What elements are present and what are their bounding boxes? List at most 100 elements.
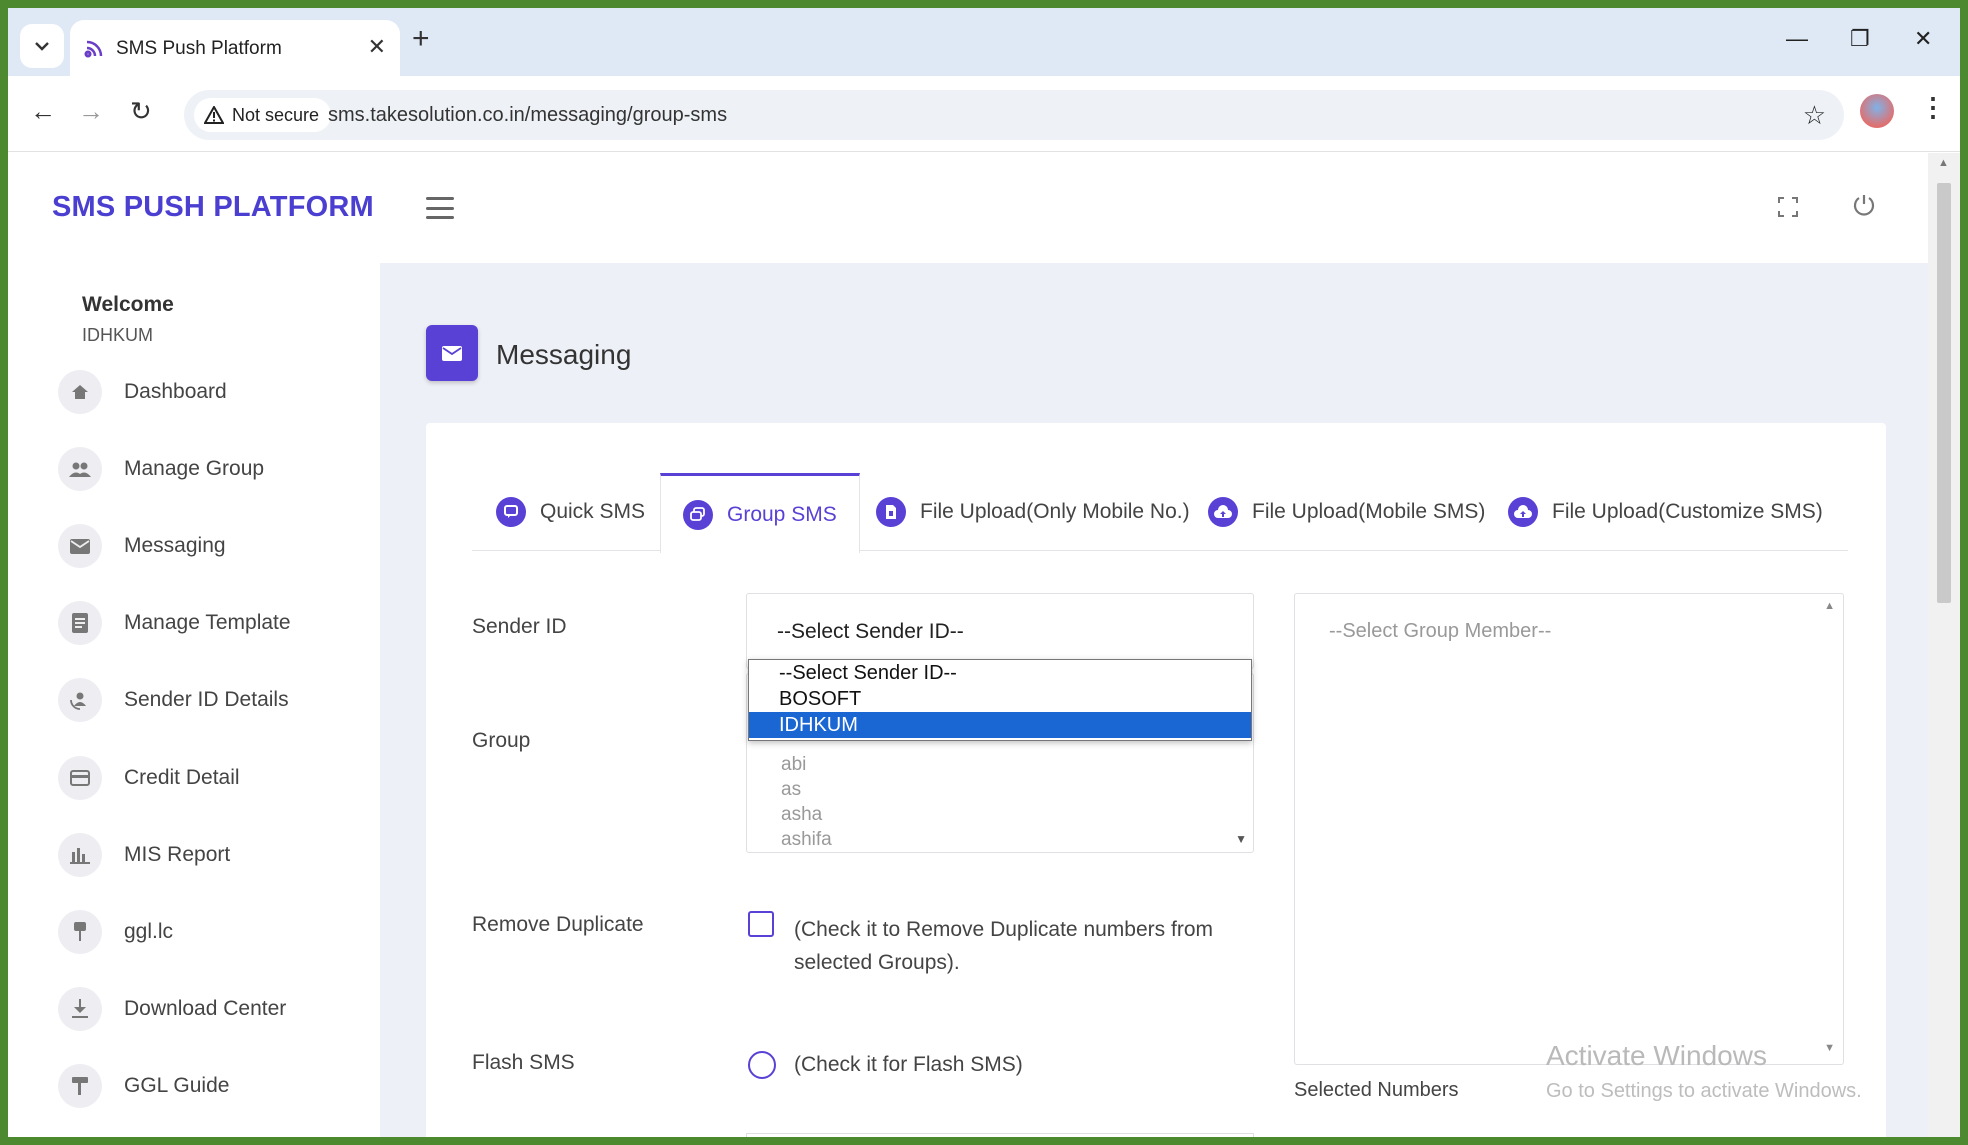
tab-strip: SMS Push Platform ✕ + — ❐ ✕ bbox=[8, 8, 1960, 76]
sender-id-select[interactable]: --Select Sender ID-- bbox=[746, 593, 1254, 669]
main-content: Messaging Quick SMS Group SMS File Uploa… bbox=[380, 263, 1928, 1137]
close-window-icon[interactable]: ✕ bbox=[1914, 26, 1932, 52]
sidebar-item-manage-group[interactable]: Manage Group bbox=[58, 444, 378, 494]
group-member-placeholder: --Select Group Member-- bbox=[1329, 620, 1552, 642]
messaging-tabs: Quick SMS Group SMS File Upload(Only Mob… bbox=[472, 473, 1848, 553]
sender-id-option-highlighted[interactable]: IDHKUM bbox=[749, 712, 1251, 738]
tab-label: File Upload(Only Mobile No.) bbox=[920, 500, 1190, 523]
power-icon[interactable] bbox=[1852, 193, 1876, 217]
scroll-up-arrow-icon[interactable]: ▲ bbox=[1938, 157, 1949, 169]
app-header: SMS PUSH PLATFORM bbox=[8, 153, 1928, 263]
sidebar-item-sender-id-details[interactable]: Sender ID Details bbox=[58, 675, 378, 725]
sender-id-dropdown-list: --Select Sender ID-- BOSOFT IDHKUM bbox=[748, 659, 1252, 741]
sidebar-item-download-center[interactable]: Download Center bbox=[58, 984, 378, 1034]
browser-menu-icon[interactable]: ⋮ bbox=[1920, 92, 1946, 123]
app-root: SMS PUSH PLATFORM Welcome IDHKUM Dashboa… bbox=[8, 153, 1960, 1137]
mail-icon bbox=[58, 524, 102, 568]
page-scrollbar-thumb[interactable] bbox=[1937, 183, 1951, 603]
sidebar-item-dashboard[interactable]: Dashboard bbox=[58, 367, 378, 417]
list-item[interactable]: asha bbox=[781, 804, 822, 826]
page-scrollbar[interactable]: ▲ bbox=[1928, 153, 1960, 1137]
file-icon bbox=[876, 497, 906, 527]
reload-icon[interactable]: ↻ bbox=[130, 98, 152, 124]
url-text[interactable]: sms.takesolution.co.in/messaging/group-s… bbox=[328, 104, 727, 127]
card-icon bbox=[58, 756, 102, 800]
tab-label: File Upload(Mobile SMS) bbox=[1252, 500, 1486, 523]
sender-icon bbox=[58, 678, 102, 722]
fullscreen-icon[interactable] bbox=[1778, 197, 1798, 217]
remove-duplicate-label: Remove Duplicate bbox=[472, 913, 644, 936]
signal-favicon-icon bbox=[84, 40, 103, 58]
list-item[interactable]: ashifa bbox=[781, 829, 832, 851]
sidebar-item-label: Credit Detail bbox=[124, 766, 240, 789]
flash-sms-label: Flash SMS bbox=[472, 1051, 575, 1074]
page-title: Messaging bbox=[496, 339, 632, 370]
tab-group-sms[interactable]: Group SMS bbox=[660, 473, 860, 553]
tab-quick-sms[interactable]: Quick SMS bbox=[496, 473, 645, 551]
document-icon bbox=[58, 601, 102, 645]
cloud-upload-icon bbox=[1208, 497, 1238, 527]
site-info-chip[interactable]: Not secure bbox=[194, 98, 332, 132]
selected-numbers-label: Selected Numbers bbox=[1294, 1079, 1459, 1101]
tab-file-upload-customize-sms[interactable]: File Upload(Customize SMS) bbox=[1508, 473, 1823, 551]
sidebar-item-label: Manage Template bbox=[124, 611, 291, 634]
tab-file-upload-mobile-sms[interactable]: File Upload(Mobile SMS) bbox=[1208, 473, 1485, 551]
sidebar-item-label: Download Center bbox=[124, 997, 287, 1020]
scroll-down-arrow-icon[interactable]: ▼ bbox=[1824, 1042, 1835, 1054]
sender-id-label: Sender ID bbox=[472, 615, 567, 638]
list-item[interactable]: abi bbox=[781, 754, 806, 776]
sender-id-value: --Select Sender ID-- bbox=[777, 620, 964, 643]
new-tab-icon[interactable]: + bbox=[412, 24, 430, 54]
bar-chart-icon bbox=[58, 833, 102, 877]
pin-icon bbox=[58, 910, 102, 954]
chevron-down-icon bbox=[35, 42, 49, 51]
group-member-select[interactable]: --Select Group Member-- ▲ ▼ bbox=[1294, 593, 1844, 1065]
group-label: Group bbox=[472, 729, 531, 752]
mail-icon bbox=[426, 325, 478, 381]
sidebar-item-label: GGL Guide bbox=[124, 1074, 230, 1097]
close-tab-icon[interactable]: ✕ bbox=[368, 34, 386, 60]
tab-title: SMS Push Platform bbox=[116, 38, 282, 59]
omnibox[interactable]: Not secure sms.takesolution.co.in/messag… bbox=[184, 90, 1844, 140]
cloud-upload-icon bbox=[1508, 497, 1538, 527]
messaging-card: Quick SMS Group SMS File Upload(Only Mob… bbox=[426, 423, 1886, 1137]
tab-label: File Upload(Customize SMS) bbox=[1552, 500, 1823, 523]
tab-search-button[interactable] bbox=[20, 24, 64, 68]
scroll-up-arrow-icon[interactable]: ▲ bbox=[1824, 600, 1835, 612]
profile-avatar[interactable] bbox=[1860, 94, 1894, 128]
bookmark-star-icon[interactable]: ☆ bbox=[1803, 100, 1826, 131]
sidebar-item-ggl-guide[interactable]: GGL Guide bbox=[58, 1061, 378, 1111]
sidebar-item-label: Sender ID Details bbox=[124, 688, 289, 711]
minimize-icon[interactable]: — bbox=[1786, 26, 1808, 52]
browser-window: SMS Push Platform ✕ + — ❐ ✕ ← → ↻ Not se… bbox=[8, 8, 1960, 1137]
sender-id-option[interactable]: --Select Sender ID-- bbox=[749, 660, 1251, 686]
flash-sms-radio[interactable] bbox=[748, 1051, 776, 1079]
brand-title: SMS PUSH PLATFORM bbox=[52, 191, 374, 223]
list-item[interactable]: as bbox=[781, 779, 801, 801]
remove-duplicate-help: (Check it to Remove Duplicate numbers fr… bbox=[794, 918, 1213, 974]
remove-duplicate-checkbox[interactable] bbox=[748, 911, 774, 937]
home-icon bbox=[58, 370, 102, 414]
chat-icon bbox=[496, 497, 526, 527]
next-field-edge bbox=[746, 1133, 1254, 1137]
sidebar-item-mis-report[interactable]: MIS Report bbox=[58, 830, 378, 880]
username: IDHKUM bbox=[82, 325, 153, 345]
browser-tab[interactable]: SMS Push Platform ✕ bbox=[70, 20, 400, 76]
sidebar: Welcome IDHKUM Dashboard Manage Group Me… bbox=[8, 263, 380, 1137]
sidebar-item-ggl-lc[interactable]: ggl.lc bbox=[58, 907, 378, 957]
sidebar-item-label: Messaging bbox=[124, 534, 226, 557]
sidebar-item-credit-detail[interactable]: Credit Detail bbox=[58, 753, 378, 803]
forward-icon[interactable]: → bbox=[78, 98, 104, 124]
back-icon[interactable]: ← bbox=[30, 98, 56, 124]
flash-sms-help: (Check it for Flash SMS) bbox=[794, 1053, 1023, 1076]
sidebar-item-manage-template[interactable]: Manage Template bbox=[58, 598, 378, 648]
restore-icon[interactable]: ❐ bbox=[1850, 26, 1870, 52]
tab-file-upload-only-mobile[interactable]: File Upload(Only Mobile No.) bbox=[876, 473, 1190, 551]
not-secure-label: Not secure bbox=[232, 104, 320, 125]
sidebar-item-label: Dashboard bbox=[124, 380, 227, 403]
sender-id-option[interactable]: BOSOFT bbox=[749, 686, 1251, 712]
hamburger-menu-icon[interactable] bbox=[426, 197, 454, 219]
sidebar-item-label: MIS Report bbox=[124, 843, 231, 866]
scroll-down-arrow-icon[interactable]: ▼ bbox=[1235, 832, 1247, 846]
sidebar-item-messaging[interactable]: Messaging bbox=[58, 521, 378, 571]
